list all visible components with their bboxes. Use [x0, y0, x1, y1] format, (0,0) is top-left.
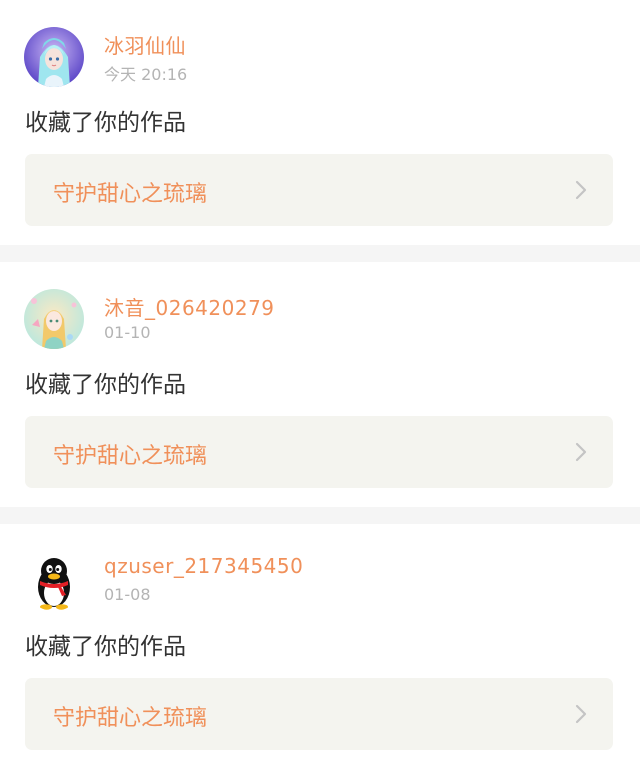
qq-penguin-icon	[24, 551, 84, 611]
anime-girl-avatar-icon	[24, 27, 84, 87]
action-text: 收藏了你的作品	[25, 372, 186, 398]
work-title: 守护甜心之琉璃	[53, 706, 208, 731]
chevron-right-icon	[575, 704, 587, 724]
timestamp: 01-08	[104, 585, 151, 604]
work-title: 守护甜心之琉璃	[53, 444, 208, 469]
work-link-card[interactable]: 守护甜心之琉璃	[25, 416, 613, 488]
action-text: 收藏了你的作品	[25, 634, 186, 660]
section-divider	[0, 507, 640, 524]
chevron-right-icon	[575, 180, 587, 200]
username[interactable]: qzuser_217345450	[104, 554, 303, 578]
user-avatar[interactable]	[24, 27, 84, 87]
work-title: 守护甜心之琉璃	[53, 182, 208, 207]
user-avatar[interactable]	[24, 551, 84, 611]
notification-item: 冰羽仙仙 今天 20:16 收藏了你的作品 守护甜心之琉璃	[0, 0, 640, 245]
username[interactable]: 沐音_026420279	[104, 292, 275, 321]
notification-item: 沐音_026420279 01-10 收藏了你的作品 守护甜心之琉璃	[0, 262, 640, 507]
notification-feed: 冰羽仙仙 今天 20:16 收藏了你的作品 守护甜心之琉璃 沐音_0264202…	[0, 0, 640, 769]
user-avatar[interactable]	[24, 289, 84, 349]
timestamp: 01-10	[104, 323, 151, 342]
action-text: 收藏了你的作品	[25, 110, 186, 136]
work-link-card[interactable]: 守护甜心之琉璃	[25, 154, 613, 226]
username[interactable]: 冰羽仙仙	[104, 30, 186, 59]
chevron-right-icon	[575, 442, 587, 462]
anime-girl-avatar-icon	[24, 289, 84, 349]
timestamp: 今天 20:16	[104, 65, 188, 84]
notification-item: qzuser_217345450 01-08 收藏了你的作品 守护甜心之琉璃	[0, 524, 640, 769]
section-divider	[0, 245, 640, 262]
work-link-card[interactable]: 守护甜心之琉璃	[25, 678, 613, 750]
